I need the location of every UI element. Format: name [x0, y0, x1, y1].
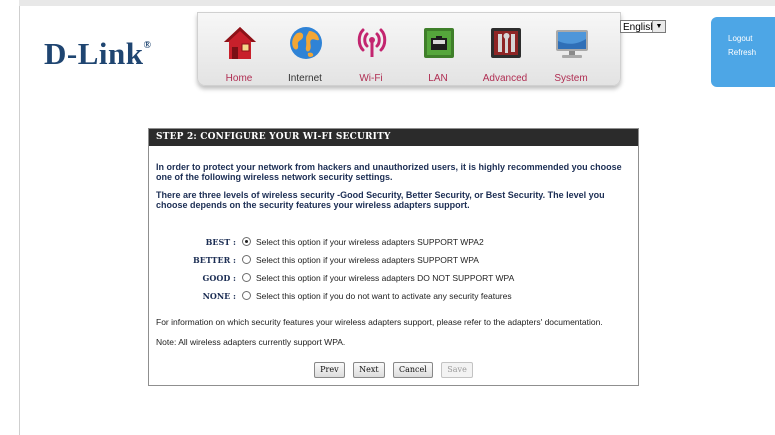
nav-label: Wi-Fi	[359, 73, 383, 84]
wizard-title: STEP 2: CONFIGURE YOUR WI-FI SECURITY	[149, 129, 638, 146]
save-button[interactable]: Save	[441, 362, 473, 378]
lan-port-icon	[424, 28, 454, 58]
tools-icon	[491, 28, 521, 58]
radio-better[interactable]	[242, 255, 251, 264]
option-desc: Select this option if your wireless adap…	[256, 273, 515, 283]
refresh-link[interactable]: Refresh	[711, 43, 775, 57]
nav-label: System	[554, 73, 588, 84]
option-good[interactable]: GOOD : Select this option if your wirele…	[149, 270, 638, 286]
info-text: For information on which security featur…	[156, 317, 603, 327]
nav-advanced[interactable]: Advanced	[472, 19, 538, 85]
option-better[interactable]: BETTER : Select this option if your wire…	[149, 252, 638, 268]
intro-text: In order to protect your network from ha…	[156, 162, 622, 182]
next-button[interactable]: Next	[353, 362, 385, 378]
nav-label: Advanced	[482, 73, 528, 84]
nav-internet[interactable]: Internet	[272, 19, 338, 85]
logout-link[interactable]: Logout	[711, 17, 775, 43]
main-nav: Home Internet Wi-Fi LAN Advanced System	[197, 12, 621, 86]
security-levels-text: There are three levels of wireless secur…	[156, 190, 605, 210]
wizard-panel: STEP 2: CONFIGURE YOUR WI-FI SECURITY In…	[148, 128, 639, 386]
globe-icon	[290, 27, 322, 59]
option-label: NONE :	[202, 291, 236, 301]
nav-wifi[interactable]: Wi-Fi	[338, 19, 404, 85]
radio-best[interactable]	[242, 237, 251, 246]
dlink-logo: D-Link®	[44, 36, 152, 71]
wizard-buttons: Prev Next Cancel Save	[149, 359, 638, 378]
option-best[interactable]: BEST : Select this option if your wirele…	[149, 234, 638, 250]
chevron-down-icon: ▼	[652, 21, 665, 32]
account-panel: Logout Refresh	[711, 17, 775, 87]
option-desc: Select this option if your wireless adap…	[256, 255, 479, 265]
language-value: English	[623, 22, 656, 33]
radio-good[interactable]	[242, 273, 251, 282]
nav-label: Home	[225, 73, 253, 84]
cancel-button[interactable]: Cancel	[393, 362, 433, 378]
nav-lan[interactable]: LAN	[405, 19, 471, 85]
option-label: GOOD :	[202, 273, 236, 283]
note-text: Note: All wireless adapters currently su…	[156, 337, 346, 347]
option-label: BEST :	[205, 237, 236, 247]
nav-label: Internet	[288, 73, 322, 84]
nav-label: LAN	[428, 73, 448, 84]
prev-button[interactable]: Prev	[314, 362, 345, 378]
radio-none[interactable]	[242, 291, 251, 300]
nav-home[interactable]: Home	[206, 19, 272, 85]
option-none[interactable]: NONE : Select this option if you do not …	[149, 288, 638, 304]
wifi-icon	[357, 28, 387, 57]
monitor-icon	[556, 30, 588, 58]
language-select[interactable]: English ▼	[620, 20, 666, 33]
option-desc: Select this option if you do not want to…	[256, 291, 512, 301]
home-icon	[224, 27, 256, 59]
nav-system[interactable]: System	[538, 19, 604, 85]
option-label: BETTER :	[193, 255, 236, 265]
option-desc: Select this option if your wireless adap…	[256, 237, 484, 247]
